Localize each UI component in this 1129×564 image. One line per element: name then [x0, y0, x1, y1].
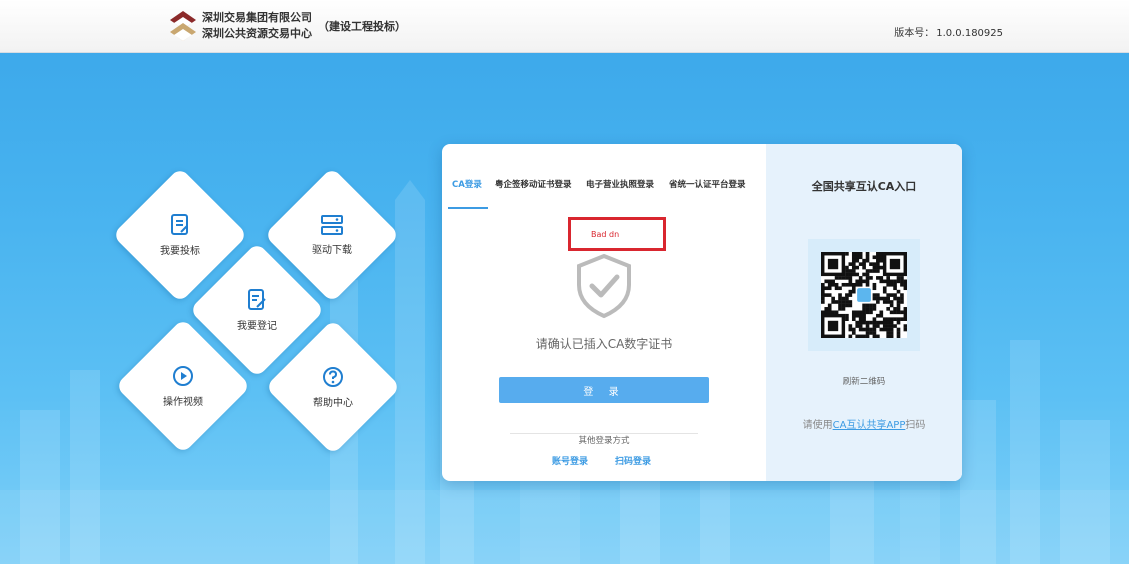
version-info: 版本号： 1.0.0.180925: [892, 24, 1003, 39]
play-icon: [173, 365, 193, 386]
tab-mobile-cert-login[interactable]: 粤企签移动证书登录: [495, 178, 572, 190]
scan-prefix: 请使用: [802, 420, 833, 431]
org-line-2: 深圳公共资源交易中心: [202, 27, 312, 40]
tile-register-label: 我要登记: [237, 320, 277, 332]
scan-instruction: 请使用CA互认共享APP扫码: [766, 416, 962, 431]
scan-login-link[interactable]: 扫码登录: [615, 454, 651, 467]
shield-check-icon: [577, 253, 631, 319]
logo-icon: [170, 11, 196, 41]
tab-ca-login[interactable]: CA登录: [452, 178, 482, 190]
insert-ca-prompt: 请确认已插入CA数字证书: [535, 337, 673, 351]
error-message: Bad dn: [591, 230, 620, 239]
version-value: 1.0.0.180925: [936, 28, 1003, 39]
system-subtitle: （建设工程投标）: [318, 20, 406, 33]
other-methods: 其他登录方式: [442, 428, 766, 447]
tile-video-label: 操作视频: [163, 396, 203, 408]
tile-help-label: 帮助中心: [313, 397, 353, 409]
qr-code-icon[interactable]: [821, 252, 907, 338]
login-tabs: CA登录 粤企签移动证书登录 电子营业执照登录 省统一认证平台登录: [442, 172, 766, 208]
login-card: CA登录 粤企签移动证书登录 电子营业执照登录 省统一认证平台登录 Bad dn…: [442, 144, 962, 481]
org-line-1: 深圳交易集团有限公司: [202, 11, 312, 24]
active-tab-indicator: [448, 207, 488, 209]
tile-driver-label: 驱动下载: [312, 244, 352, 256]
login-button[interactable]: 登 录: [499, 377, 709, 403]
account-login-link[interactable]: 账号登录: [552, 454, 588, 467]
refresh-qr-link[interactable]: 刷新二维码: [766, 375, 962, 387]
bid-doc-icon: [171, 213, 188, 235]
scan-suffix: 扫码: [905, 420, 926, 431]
version-label: 版本号：: [894, 28, 935, 39]
tab-province-auth-login[interactable]: 省统一认证平台登录: [669, 178, 746, 190]
org-names: 深圳交易集团有限公司 深圳公共资源交易中心: [202, 10, 312, 42]
error-message-box: Bad dn: [568, 217, 666, 251]
tab-business-license-login[interactable]: 电子营业执照登录: [586, 178, 654, 190]
top-header: 深圳交易集团有限公司 深圳公共资源交易中心 （建设工程投标） 版本号： 1.0.0…: [0, 0, 1129, 53]
tile-bid-label: 我要投标: [160, 245, 200, 257]
register-edit-icon: [248, 288, 266, 310]
tile-help[interactable]: 帮助中心: [265, 319, 401, 455]
ca-entry-panel: 全国共享互认CA入口 刷新二维码 请使用CA互认共享APP扫码: [766, 144, 962, 481]
other-methods-label: 其他登录方式: [572, 436, 636, 446]
qr-code-frame: [808, 239, 920, 351]
question-icon: [323, 366, 343, 387]
tile-video[interactable]: 操作视频: [115, 318, 251, 454]
server-icon: [321, 214, 343, 235]
ca-app-link[interactable]: CA互认共享APP: [833, 420, 906, 431]
ca-entry-title: 全国共享互认CA入口: [811, 180, 917, 193]
